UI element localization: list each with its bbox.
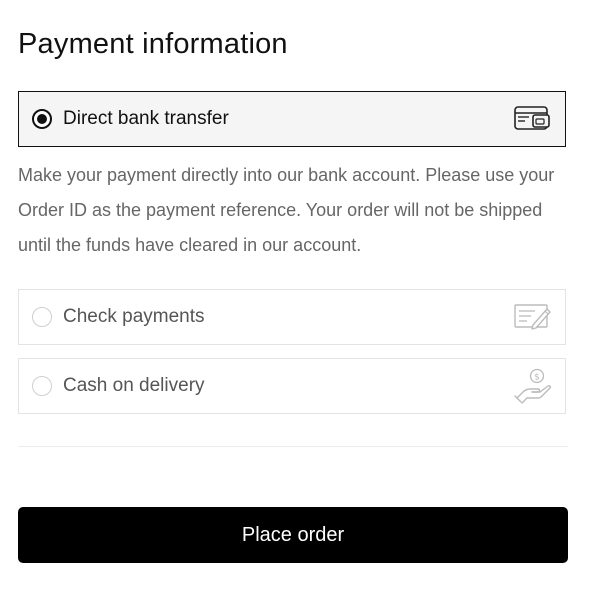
payment-section: Payment information Direct bank transfer…: [0, 0, 590, 606]
payment-option-cash-on-delivery[interactable]: Cash on delivery $: [18, 358, 566, 414]
payment-option-label: Direct bank transfer: [63, 108, 229, 129]
hand-money-icon: $: [513, 368, 553, 404]
place-order-button[interactable]: Place order: [18, 507, 568, 563]
cheque-icon: [513, 299, 553, 335]
payment-option-bank-transfer[interactable]: Direct bank transfer: [18, 91, 566, 147]
svg-text:$: $: [534, 373, 540, 383]
credit-card-icon: [513, 101, 553, 137]
radio-button-cash-on-delivery[interactable]: [32, 376, 52, 396]
payment-option-label: Cash on delivery: [63, 375, 205, 396]
radio-button-bank-transfer[interactable]: [32, 109, 52, 129]
payment-option-label: Check payments: [63, 306, 205, 327]
payment-option-check[interactable]: Check payments: [18, 289, 566, 345]
payment-description: Make your payment directly into our bank…: [18, 165, 555, 255]
section-title: Payment information: [18, 28, 288, 60]
radio-button-check[interactable]: [32, 307, 52, 327]
divider: [18, 446, 568, 447]
